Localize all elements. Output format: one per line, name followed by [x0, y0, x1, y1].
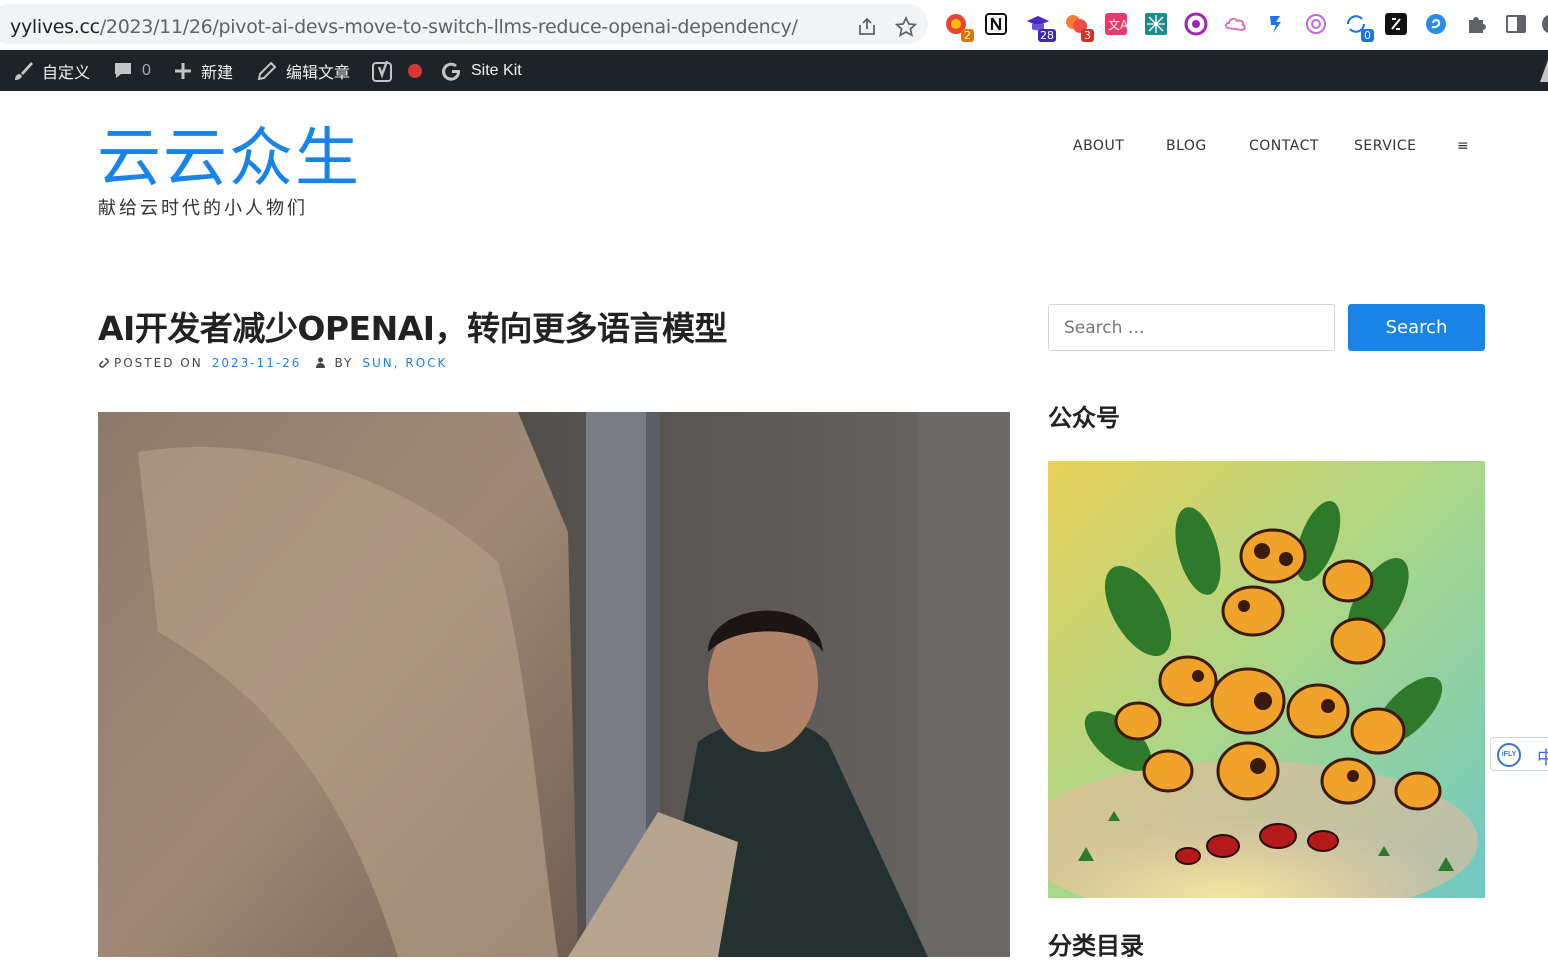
- search-input[interactable]: [1048, 304, 1335, 351]
- ext-badge: 2: [961, 29, 974, 42]
- notion-icon[interactable]: [984, 12, 1008, 36]
- paintbrush-icon: [15, 61, 33, 80]
- ext-badge: 3: [1081, 29, 1094, 42]
- nav-about[interactable]: ABOUT: [1073, 138, 1124, 154]
- post-title: AI开发者减少OPENAI，转向更多语言模型: [98, 309, 728, 348]
- categories-widget-title: 分类目录: [1048, 933, 1144, 960]
- ext-badge: 28: [1038, 29, 1056, 42]
- sync-ext-icon[interactable]: 0: [1344, 12, 1374, 42]
- google-g-icon: [442, 62, 460, 81]
- black-square-ext-icon[interactable]: [1384, 12, 1408, 36]
- nav-blog[interactable]: BLOG: [1166, 138, 1207, 154]
- puzzle-icon[interactable]: [1464, 12, 1488, 36]
- author-icon: [316, 357, 326, 368]
- nav-contact[interactable]: CONTACT: [1249, 138, 1319, 154]
- new-content-menu[interactable]: 新建: [173, 50, 233, 91]
- translate-icon[interactable]: 文A: [1104, 12, 1129, 36]
- site-kit-menu[interactable]: Site Kit: [441, 50, 522, 91]
- seo-status-dot: [408, 64, 422, 78]
- yoast-icon: [372, 60, 392, 82]
- plus-icon: [175, 62, 191, 79]
- edit-post-menu[interactable]: 编辑文章: [256, 50, 350, 91]
- url-path: /2023/11/26/pivot-ai-devs-move-to-switch…: [99, 16, 798, 38]
- pencil-icon: [257, 61, 277, 80]
- yoast-menu[interactable]: [371, 50, 395, 91]
- browser-toolbar: yylives.cc/2023/11/26/pivot-ai-devs-move…: [0, 0, 1548, 50]
- comment-bubble-icon: [115, 62, 131, 78]
- new-label: 新建: [201, 64, 234, 82]
- site-kit-label: Site Kit: [471, 61, 522, 79]
- post-date[interactable]: 2023-11-26: [212, 356, 302, 370]
- search-button[interactable]: Search: [1348, 304, 1485, 351]
- openai-icon[interactable]: [1304, 12, 1328, 36]
- admin-user-partial[interactable]: [1540, 60, 1548, 82]
- ext-badge: 0: [1361, 29, 1374, 42]
- ifly-floating-widget[interactable]: iFLY 中: [1490, 737, 1548, 771]
- nav-service[interactable]: SERVICE: [1354, 138, 1417, 154]
- wp-admin-bar: 自定义 0 新建 编辑文章 Site Kit: [0, 50, 1548, 91]
- post-authors[interactable]: SUN, ROCK: [362, 356, 447, 370]
- ifly-language-label: 中: [1537, 748, 1548, 768]
- url-host: yylives.cc: [10, 16, 100, 38]
- profile-avatar-partial[interactable]: [1540, 12, 1548, 36]
- cloud-ext-icon[interactable]: 3: [1064, 12, 1094, 42]
- site-title[interactable]: 云云众生: [97, 122, 361, 196]
- url-text[interactable]: yylives.cc/2023/11/26/pivot-ai-devs-move…: [10, 16, 798, 38]
- blue-circle-ext-icon[interactable]: [1424, 12, 1448, 36]
- side-panel-icon[interactable]: [1504, 12, 1528, 36]
- wechat-widget-title: 公众号: [1048, 405, 1120, 432]
- comments-menu[interactable]: 0: [112, 50, 151, 91]
- blue-arrow-ext-icon[interactable]: [1264, 12, 1288, 36]
- svg-text:文A: 文A: [1108, 17, 1128, 32]
- graduation-cap-icon[interactable]: 28: [1026, 12, 1056, 42]
- comments-count: 0: [142, 61, 151, 79]
- purple-circle-ext-icon[interactable]: [1184, 12, 1208, 36]
- edit-post-label: 编辑文章: [286, 64, 351, 82]
- wechat-qr-image: [1048, 461, 1485, 898]
- by-label: BY: [334, 356, 354, 370]
- share-icon[interactable]: [856, 16, 878, 38]
- site-tagline: 献给云时代的小人物们: [98, 198, 308, 218]
- link-icon: [99, 358, 109, 368]
- address-bar[interactable]: yylives.cc/2023/11/26/pivot-ai-devs-move…: [0, 4, 928, 44]
- posted-on-label: POSTED ON: [114, 356, 203, 370]
- featured-image: [98, 412, 1010, 957]
- cloud-outline-ext-icon[interactable]: [1224, 12, 1248, 36]
- customize-label: 自定义: [42, 64, 91, 82]
- ifly-logo-icon: iFLY: [1497, 743, 1521, 767]
- grid-ext-icon[interactable]: [1144, 12, 1168, 36]
- post-meta: POSTED ON 2023-11-26 BY SUN, ROCK: [98, 356, 447, 370]
- menu-toggle-icon[interactable]: ≡: [1457, 138, 1469, 154]
- bookmark-star-icon[interactable]: [895, 16, 917, 38]
- customize-menu[interactable]: 自定义: [12, 50, 90, 91]
- chrome-ext-multicolor-icon[interactable]: 2: [944, 12, 974, 42]
